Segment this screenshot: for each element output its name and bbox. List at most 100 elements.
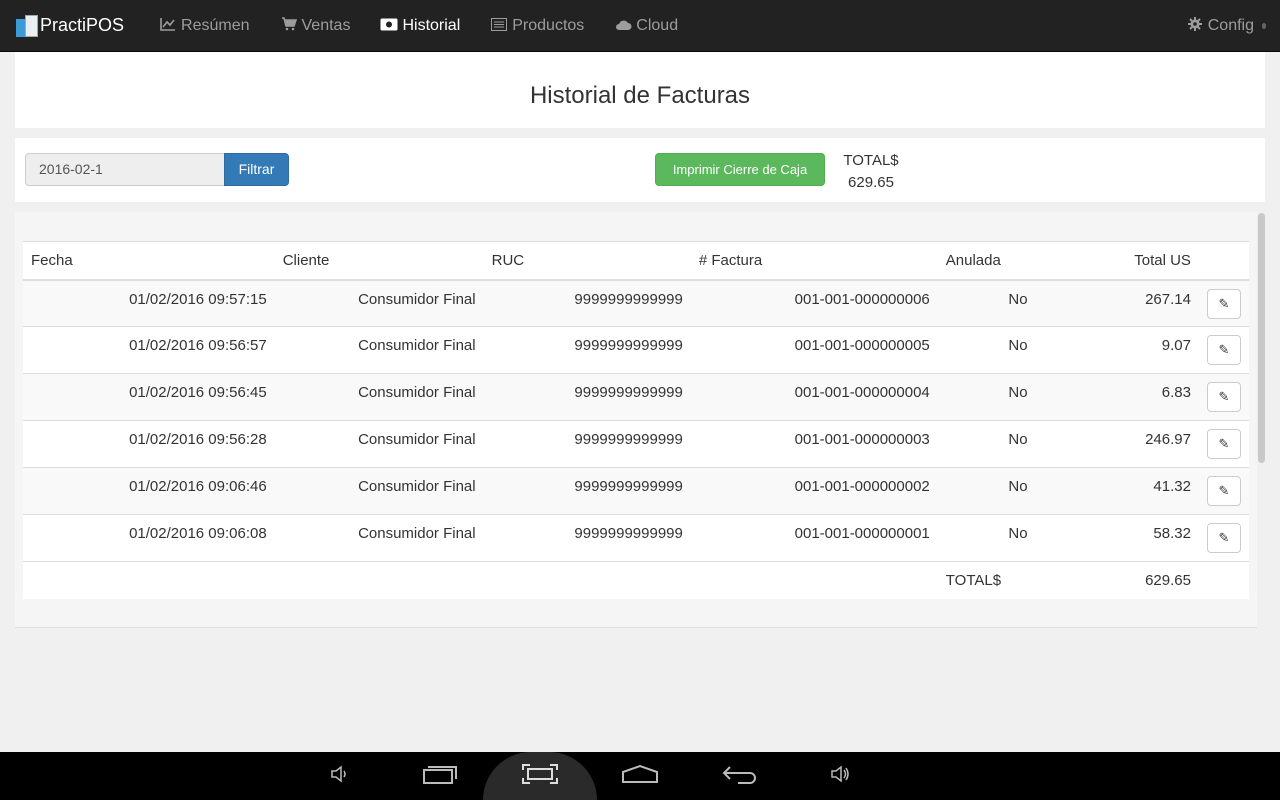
filter-panel: 2016-02-1 Filtrar Imprimir Cierre de Caj… bbox=[15, 138, 1265, 202]
header-fecha[interactable]: Fecha bbox=[23, 241, 275, 281]
edit-button[interactable]: ✎ bbox=[1206, 523, 1241, 553]
footer-empty bbox=[274, 561, 484, 599]
table-row[interactable]: 01/02/2016 09:56:57 Consumidor Final 999… bbox=[23, 326, 1249, 374]
cell-factura: 001-001-000000006 bbox=[690, 279, 938, 327]
nav-item-label: Ventas bbox=[301, 16, 351, 34]
pencil-icon: ✎ bbox=[1218, 530, 1230, 545]
invoice-table-wrapper[interactable]: Fecha Cliente RUC # Factura Anulada Tota… bbox=[23, 241, 1249, 599]
cell-total: 41.32 bbox=[1035, 467, 1199, 515]
table-scrollbar[interactable] bbox=[1258, 213, 1265, 463]
table-footer-row: TOTAL$ 629.65 bbox=[23, 561, 1249, 599]
nav-item-historial[interactable]: Historial bbox=[365, 0, 475, 52]
home-button[interactable] bbox=[610, 752, 670, 800]
cell-factura: 001-001-000000003 bbox=[690, 420, 938, 468]
edit-button[interactable]: ✎ bbox=[1206, 335, 1241, 365]
cell-actions: ✎ bbox=[1198, 467, 1249, 515]
cloud-icon bbox=[614, 18, 632, 34]
pencil-icon: ✎ bbox=[1218, 389, 1230, 404]
dropdown-caret-icon bbox=[1262, 22, 1266, 29]
nav-item-resumen[interactable]: Resúmen bbox=[144, 0, 264, 52]
cell-anulada: No bbox=[937, 279, 1036, 327]
cell-ruc: 9999999999999 bbox=[483, 467, 691, 515]
practipos-logo-icon bbox=[16, 14, 38, 37]
nav-item-config[interactable]: Config bbox=[1171, 0, 1280, 52]
recent-apps-button[interactable] bbox=[410, 752, 470, 800]
cell-ruc: 9999999999999 bbox=[483, 373, 691, 421]
pencil-icon: ✎ bbox=[1218, 295, 1230, 311]
cell-cliente: Consumidor Final bbox=[274, 420, 484, 468]
total-value: 629.65 bbox=[848, 174, 894, 191]
back-button[interactable] bbox=[710, 752, 770, 800]
header-anulada[interactable]: Anulada bbox=[937, 241, 1036, 281]
header-ruc[interactable]: RUC bbox=[483, 241, 691, 281]
cell-total: 6.83 bbox=[1035, 373, 1199, 421]
cell-cliente: Consumidor Final bbox=[274, 467, 484, 515]
cell-total: 58.32 bbox=[1035, 514, 1199, 562]
nav-item-productos[interactable]: Productos bbox=[475, 0, 599, 52]
nav-item-cloud[interactable]: Cloud bbox=[599, 0, 693, 52]
table-row[interactable]: 01/02/2016 09:06:46 Consumidor Final 999… bbox=[23, 467, 1249, 515]
table-header-row: Fecha Cliente RUC # Factura Anulada Tota… bbox=[23, 241, 1249, 281]
cell-fecha: 01/02/2016 09:56:45 bbox=[23, 373, 275, 421]
cell-factura: 001-001-000000004 bbox=[690, 373, 938, 421]
cell-cliente: Consumidor Final bbox=[274, 279, 484, 327]
cell-fecha: 01/02/2016 09:57:15 bbox=[23, 279, 275, 327]
screenshot-button[interactable] bbox=[483, 752, 597, 800]
edit-button[interactable]: ✎ bbox=[1206, 429, 1241, 459]
cell-ruc: 9999999999999 bbox=[483, 420, 691, 468]
recent-apps-icon bbox=[422, 764, 458, 789]
header-factura[interactable]: # Factura bbox=[690, 241, 938, 281]
header-cliente[interactable]: Cliente bbox=[274, 241, 484, 281]
volume-up-icon bbox=[829, 764, 851, 789]
volume-down-icon bbox=[329, 764, 351, 789]
table-row[interactable]: 01/02/2016 09:56:45 Consumidor Final 999… bbox=[23, 373, 1249, 421]
filter-button[interactable]: Filtrar bbox=[224, 153, 289, 186]
edit-button[interactable]: ✎ bbox=[1206, 288, 1241, 319]
nav-item-label: Config bbox=[1207, 16, 1254, 34]
line-chart-icon bbox=[159, 17, 177, 34]
volume-up-button[interactable] bbox=[810, 752, 870, 800]
money-icon bbox=[380, 18, 398, 34]
pencil-icon: ✎ bbox=[1218, 436, 1230, 451]
total-summary: TOTAL$ 629.65 bbox=[841, 150, 901, 194]
footer-empty bbox=[23, 561, 275, 599]
edit-button[interactable]: ✎ bbox=[1206, 382, 1241, 412]
table-row[interactable]: 01/02/2016 09:57:15 Consumidor Final 999… bbox=[23, 279, 1249, 327]
header-total[interactable]: Total US bbox=[1035, 241, 1199, 281]
cell-factura: 001-001-000000001 bbox=[690, 514, 938, 562]
invoice-table-panel: Fecha Cliente RUC # Factura Anulada Tota… bbox=[15, 212, 1265, 628]
cell-actions: ✎ bbox=[1198, 279, 1249, 327]
page-title: Historial de Facturas bbox=[529, 82, 751, 109]
cell-factura: 001-001-000000005 bbox=[690, 326, 938, 374]
edit-button[interactable]: ✎ bbox=[1206, 476, 1241, 506]
android-navigation-bar bbox=[0, 752, 1280, 800]
cell-ruc: 9999999999999 bbox=[483, 326, 691, 374]
cell-actions: ✎ bbox=[1198, 514, 1249, 562]
volume-down-button[interactable] bbox=[310, 752, 370, 800]
shopping-cart-icon bbox=[280, 17, 298, 34]
back-icon bbox=[722, 764, 758, 789]
cell-anulada: No bbox=[937, 373, 1036, 421]
table-row[interactable]: 01/02/2016 09:56:28 Consumidor Final 999… bbox=[23, 420, 1249, 468]
footer-total-label: TOTAL$ bbox=[937, 561, 1036, 599]
nav-item-ventas[interactable]: Ventas bbox=[265, 0, 366, 52]
cell-fecha: 01/02/2016 09:06:46 bbox=[23, 467, 275, 515]
list-icon bbox=[490, 17, 508, 34]
print-cash-close-button[interactable]: Imprimir Cierre de Caja bbox=[655, 153, 825, 186]
screenshot-icon bbox=[522, 763, 558, 789]
cell-ruc: 9999999999999 bbox=[483, 514, 691, 562]
cell-total: 267.14 bbox=[1035, 279, 1199, 327]
brand[interactable]: PractiPOS bbox=[0, 0, 144, 52]
footer-empty bbox=[690, 561, 938, 599]
total-label: TOTAL$ bbox=[843, 152, 899, 169]
cell-actions: ✎ bbox=[1198, 326, 1249, 374]
date-filter-input[interactable]: 2016-02-1 bbox=[25, 153, 225, 186]
top-navbar: PractiPOS Resúmen Ventas Historial Produ… bbox=[0, 0, 1280, 52]
cell-anulada: No bbox=[937, 420, 1036, 468]
cell-cliente: Consumidor Final bbox=[274, 373, 484, 421]
cell-total: 246.97 bbox=[1035, 420, 1199, 468]
cell-fecha: 01/02/2016 09:06:08 bbox=[23, 514, 275, 562]
cell-ruc: 9999999999999 bbox=[483, 279, 691, 327]
footer-empty bbox=[483, 561, 691, 599]
table-row[interactable]: 01/02/2016 09:06:08 Consumidor Final 999… bbox=[23, 514, 1249, 562]
